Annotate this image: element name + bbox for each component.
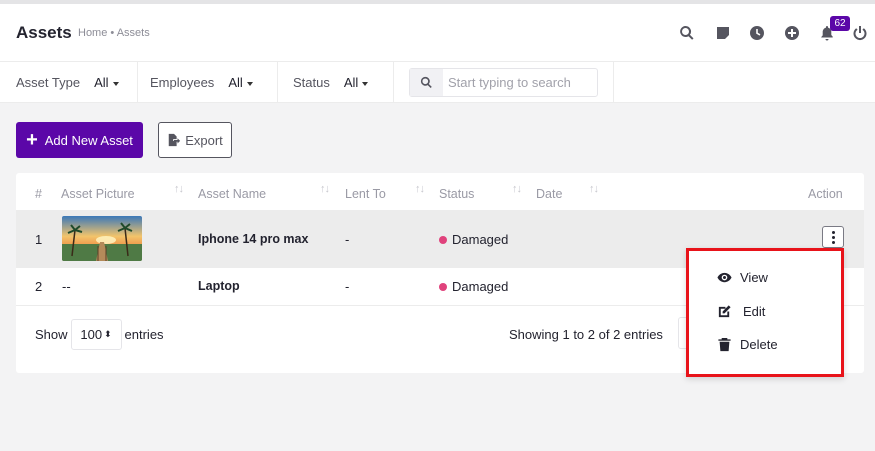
column-header-asset-name[interactable]: Asset Name	[198, 187, 266, 201]
caret-down-icon	[362, 81, 369, 86]
column-header-action: Action	[808, 187, 843, 201]
column-header-index: #	[35, 187, 42, 201]
sort-icon[interactable]: ↑↓	[512, 183, 522, 195]
divider	[613, 62, 614, 103]
file-export-icon	[168, 133, 181, 147]
eye-icon	[717, 272, 732, 282]
asset-type-value: All	[94, 75, 109, 90]
sort-icon[interactable]: ↑↓	[415, 183, 425, 195]
employees-filter: Employees All	[150, 62, 253, 103]
column-header-date[interactable]: Date	[536, 187, 562, 201]
asset-type-dropdown[interactable]: All	[94, 75, 119, 90]
status-value: All	[343, 75, 359, 90]
divider	[393, 62, 394, 103]
row-action-dropdown: View Edit Delete	[686, 248, 844, 377]
entries-select[interactable]: 100 ⬍	[70, 319, 122, 350]
status-badge: Damaged	[439, 279, 508, 294]
asset-type-filter: Asset Type All	[16, 62, 119, 103]
trash-icon	[718, 337, 731, 351]
sort-icon[interactable]: ↑↓	[174, 183, 184, 195]
sort-arrows-icon: ⬍	[104, 329, 112, 339]
asset-picture-placeholder: --	[62, 279, 71, 294]
divider	[137, 62, 138, 103]
employees-value: All	[228, 75, 243, 90]
breadcrumb: Home • Assets	[78, 27, 150, 39]
page-title: Assets	[16, 23, 72, 42]
row-index: 2	[35, 279, 43, 294]
view-menu-item[interactable]: View	[717, 267, 768, 287]
search-box	[409, 68, 598, 97]
entries-label: entries	[124, 327, 164, 342]
edit-label: Edit	[743, 303, 766, 319]
edit-icon	[718, 304, 731, 317]
status-dropdown[interactable]: All	[343, 75, 369, 90]
plus-icon: +	[26, 129, 38, 151]
add-new-asset-button[interactable]: + Add New Asset	[16, 122, 143, 158]
employees-label: Employees	[150, 75, 215, 90]
caret-down-icon	[246, 81, 253, 86]
status-dot	[439, 282, 447, 291]
row-action-menu-button[interactable]	[822, 226, 844, 248]
edit-menu-item[interactable]: Edit	[717, 301, 765, 321]
clock-icon[interactable]	[748, 24, 766, 42]
lent-to: -	[345, 232, 350, 247]
show-entries: Show 100 ⬍ entries	[35, 319, 164, 350]
export-label: Export	[185, 132, 223, 148]
page-header: Assets Home • Assets 62	[0, 4, 875, 62]
search-icon[interactable]	[678, 24, 696, 42]
entries-value: 100	[80, 327, 103, 342]
column-header-status[interactable]: Status	[439, 187, 474, 201]
search-icon	[410, 69, 443, 96]
column-header-lent-to[interactable]: Lent To	[345, 187, 386, 201]
asset-name: Laptop	[198, 279, 240, 293]
power-icon[interactable]	[851, 24, 869, 42]
sort-icon[interactable]: ↑↓	[589, 183, 599, 195]
export-button[interactable]: Export	[158, 122, 232, 158]
divider	[277, 62, 278, 103]
add-circle-icon[interactable]	[783, 24, 801, 42]
status-badge: Damaged	[439, 232, 508, 247]
row-index: 1	[35, 232, 43, 247]
status-text: Damaged	[452, 232, 509, 247]
add-new-asset-label: Add New Asset	[44, 132, 133, 148]
asset-name: Iphone 14 pro max	[198, 232, 309, 246]
asset-thumbnail[interactable]	[62, 216, 142, 261]
status-filter: Status All	[293, 62, 369, 103]
caret-down-icon	[112, 81, 119, 86]
asset-type-label: Asset Type	[16, 75, 81, 90]
employees-dropdown[interactable]: All	[228, 75, 253, 90]
status-text: Damaged	[452, 279, 509, 294]
notification-badge: 62	[830, 16, 850, 31]
delete-menu-item[interactable]: Delete	[717, 334, 778, 354]
lent-to: -	[345, 279, 350, 294]
search-input[interactable]	[443, 75, 593, 90]
sticky-note-icon[interactable]	[714, 24, 732, 42]
view-label: View	[740, 269, 768, 285]
filter-bar: Asset Type All Employees All Status All	[0, 62, 875, 103]
column-header-asset-picture[interactable]: Asset Picture	[61, 187, 135, 201]
showing-info: Showing 1 to 2 of 2 entries	[509, 327, 663, 342]
status-label: Status	[293, 75, 330, 90]
status-dot	[439, 235, 447, 244]
delete-label: Delete	[740, 336, 778, 352]
show-label: Show	[35, 327, 68, 342]
sort-icon[interactable]: ↑↓	[320, 183, 330, 195]
